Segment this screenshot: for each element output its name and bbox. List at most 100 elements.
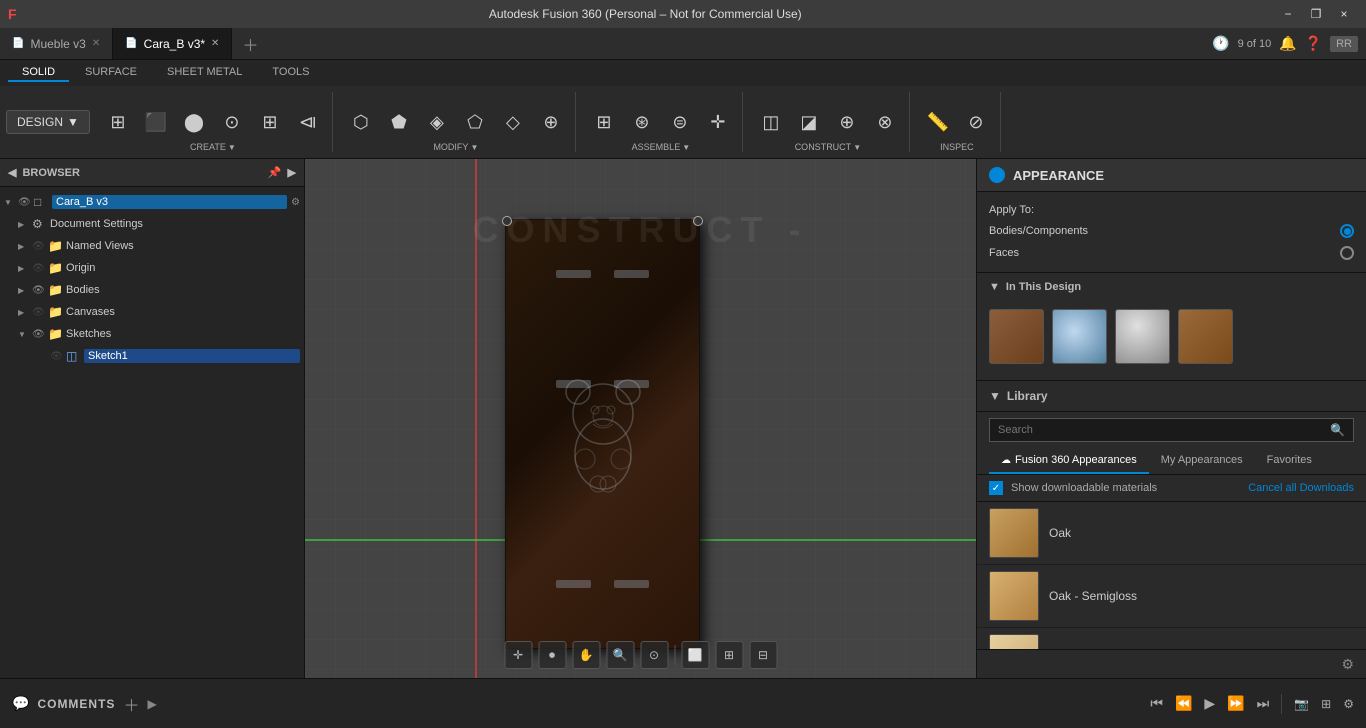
history-icon[interactable]: 🕐 — [1212, 35, 1229, 52]
tab-mueble[interactable]: 📄 Mueble v3 ✕ — [0, 28, 113, 59]
browser-expand-icon[interactable]: ▶ — [288, 166, 296, 179]
timeline-settings-icon[interactable]: ⚙ — [1343, 697, 1354, 711]
design-menu-button[interactable]: DESIGN ▼ — [6, 110, 90, 134]
comments-icon[interactable]: 💬 — [12, 695, 29, 712]
minimize-button[interactable]: − — [1274, 0, 1302, 28]
tab-surface[interactable]: SURFACE — [71, 64, 151, 82]
scale-button[interactable]: ⊕ — [533, 104, 569, 140]
tree-eye-sketch1[interactable]: 👁 — [50, 351, 66, 362]
viewport-record-btn[interactable]: ⏺ — [538, 641, 566, 669]
user-avatar[interactable]: RR — [1330, 36, 1358, 52]
pattern-button[interactable]: ⊞ — [252, 104, 288, 140]
tree-label-root[interactable]: Cara_B v3 — [52, 195, 287, 209]
interference-btn[interactable]: ⊘ — [958, 104, 994, 140]
search-input[interactable] — [998, 424, 1324, 436]
cancel-downloads-button[interactable]: Cancel all Downloads — [1248, 482, 1354, 494]
viewport[interactable]: CONSTRUCT - ✛ ⏺ ✋ 🔍 ⊙ ⬜ ⊞ ⊟ — [305, 159, 976, 679]
midplane-btn[interactable]: ◪ — [791, 104, 827, 140]
tab-close-active-icon[interactable]: ✕ — [211, 38, 219, 49]
tree-eye-sketches[interactable]: 👁 — [32, 329, 48, 340]
lib-tab-fusion[interactable]: ☁ Fusion 360 Appearances — [989, 448, 1149, 474]
help-icon[interactable]: ❓ — [1305, 35, 1322, 52]
viewport-display-btn[interactable]: ⬜ — [681, 641, 709, 669]
lib-tab-favorites[interactable]: Favorites — [1255, 448, 1324, 474]
in-this-design-header[interactable]: ▼ In This Design — [989, 281, 1354, 293]
tree-item-sketches[interactable]: ▼ 👁 📁 Sketches — [0, 323, 304, 345]
mirror-button[interactable]: ⧏ — [290, 104, 326, 140]
browser-pin-icon[interactable]: 📌 — [268, 166, 282, 179]
inspect-label[interactable]: INSPEC — [940, 142, 974, 152]
tree-eye-bodies[interactable]: 👁 — [32, 285, 48, 296]
tree-eye-root[interactable]: 👁 — [18, 197, 34, 208]
comments-add-icon[interactable]: ＋ — [123, 692, 139, 716]
play-prev-btn[interactable]: ⏪ — [1175, 695, 1192, 712]
play-next-btn[interactable]: ⏩ — [1227, 695, 1244, 712]
measure-btn[interactable]: 📏 — [920, 104, 956, 140]
tree-gear-icon[interactable]: ⚙ — [291, 197, 300, 208]
tree-item-origin[interactable]: ▶ 👁 📁 Origin — [0, 257, 304, 279]
timeline-camera-btn[interactable]: 📷 — [1294, 697, 1309, 711]
swatch-metal[interactable] — [1115, 309, 1170, 364]
tab-solid[interactable]: SOLID — [8, 64, 69, 82]
panel-settings-icon[interactable]: ⚙ — [1341, 656, 1354, 673]
tab-tools[interactable]: TOOLS — [258, 64, 323, 82]
swatch-wood1[interactable] — [989, 309, 1044, 364]
play-start-btn[interactable]: ⏮ — [1150, 695, 1163, 712]
move-button[interactable]: ✛ — [700, 104, 736, 140]
tree-item-sketch1[interactable]: 👁 ◫ Sketch1 — [0, 345, 304, 367]
revolve-button[interactable]: ⬤ — [176, 104, 212, 140]
tree-eye-named-views[interactable]: 👁 — [32, 241, 48, 252]
new-component-btn2[interactable]: ⊞ — [586, 104, 622, 140]
bodies-radio[interactable] — [1340, 224, 1354, 238]
tab-cara[interactable]: 📄 Cara_B v3* ✕ — [113, 28, 232, 59]
swatch-glass[interactable] — [1052, 309, 1107, 364]
viewport-zoom-btn[interactable]: 🔍 — [606, 641, 634, 669]
timeline-grid-btn[interactable]: ⊞ — [1321, 697, 1331, 711]
hole-button[interactable]: ⊙ — [214, 104, 250, 140]
tree-item-bodies[interactable]: ▶ 👁 📁 Bodies — [0, 279, 304, 301]
library-title[interactable]: ▼ Library — [989, 389, 1048, 403]
tree-item-root[interactable]: ▼ 👁 □ Cara_B v3 ⚙ — [0, 191, 304, 213]
downloadable-checkbox[interactable]: ✓ — [989, 481, 1003, 495]
fillet-button[interactable]: ⬟ — [381, 104, 417, 140]
construct-label[interactable]: CONSTRUCT ▼ — [795, 142, 861, 152]
create-label[interactable]: CREATE ▼ — [190, 142, 236, 152]
tree-eye-origin[interactable]: 👁 — [32, 263, 48, 274]
tab-close-icon[interactable]: ✕ — [92, 38, 100, 49]
play-end-btn[interactable]: ⏭ — [1257, 695, 1270, 712]
new-tab-button[interactable]: ＋ — [232, 28, 268, 59]
swatch-wood2[interactable] — [1178, 309, 1233, 364]
tree-item-canvases[interactable]: ▶ 👁 📁 Canvases — [0, 301, 304, 323]
door-panel-3d[interactable] — [505, 219, 700, 649]
axis-button[interactable]: ⊕ — [829, 104, 865, 140]
viewport-grid-btn[interactable]: ⊞ — [715, 641, 743, 669]
chamfer-button[interactable]: ◈ — [419, 104, 455, 140]
assemble-label[interactable]: ASSEMBLE ▼ — [632, 142, 690, 152]
faces-radio[interactable] — [1340, 246, 1354, 260]
close-button[interactable]: × — [1330, 0, 1358, 28]
joint-button[interactable]: ⊛ — [624, 104, 660, 140]
viewport-more-btn[interactable]: ⊟ — [749, 641, 777, 669]
new-component-button[interactable]: ⊞ — [100, 104, 136, 140]
draft-button[interactable]: ◇ — [495, 104, 531, 140]
search-icon[interactable]: 🔍 — [1330, 423, 1345, 437]
apply-to-bodies[interactable]: Bodies/Components — [989, 220, 1354, 242]
maximize-button[interactable]: ❐ — [1302, 0, 1330, 28]
play-btn[interactable]: ▶ — [1204, 695, 1215, 712]
extrude-button[interactable]: ⬛ — [138, 104, 174, 140]
browser-back-icon[interactable]: ◀ — [8, 166, 16, 179]
viewport-hand-btn[interactable]: ✋ — [572, 641, 600, 669]
tab-sheet-metal[interactable]: SHEET METAL — [153, 64, 256, 82]
tree-item-named-views[interactable]: ▶ 👁 📁 Named Views — [0, 235, 304, 257]
point-button[interactable]: ⊗ — [867, 104, 903, 140]
material-item-oak[interactable]: Oak — [977, 502, 1366, 565]
viewport-orbit-btn[interactable]: ⊙ — [640, 641, 668, 669]
material-item-oak-semi[interactable]: Oak - Semigloss — [977, 565, 1366, 628]
joint-origin-btn[interactable]: ⊜ — [662, 104, 698, 140]
press-pull-button[interactable]: ⬡ — [343, 104, 379, 140]
tree-eye-canvases[interactable]: 👁 — [32, 307, 48, 318]
comments-expand-icon[interactable]: ▶ — [147, 697, 156, 711]
notification-icon[interactable]: 🔔 — [1279, 35, 1296, 52]
shell-button[interactable]: ⬠ — [457, 104, 493, 140]
offset-plane-btn[interactable]: ◫ — [753, 104, 789, 140]
